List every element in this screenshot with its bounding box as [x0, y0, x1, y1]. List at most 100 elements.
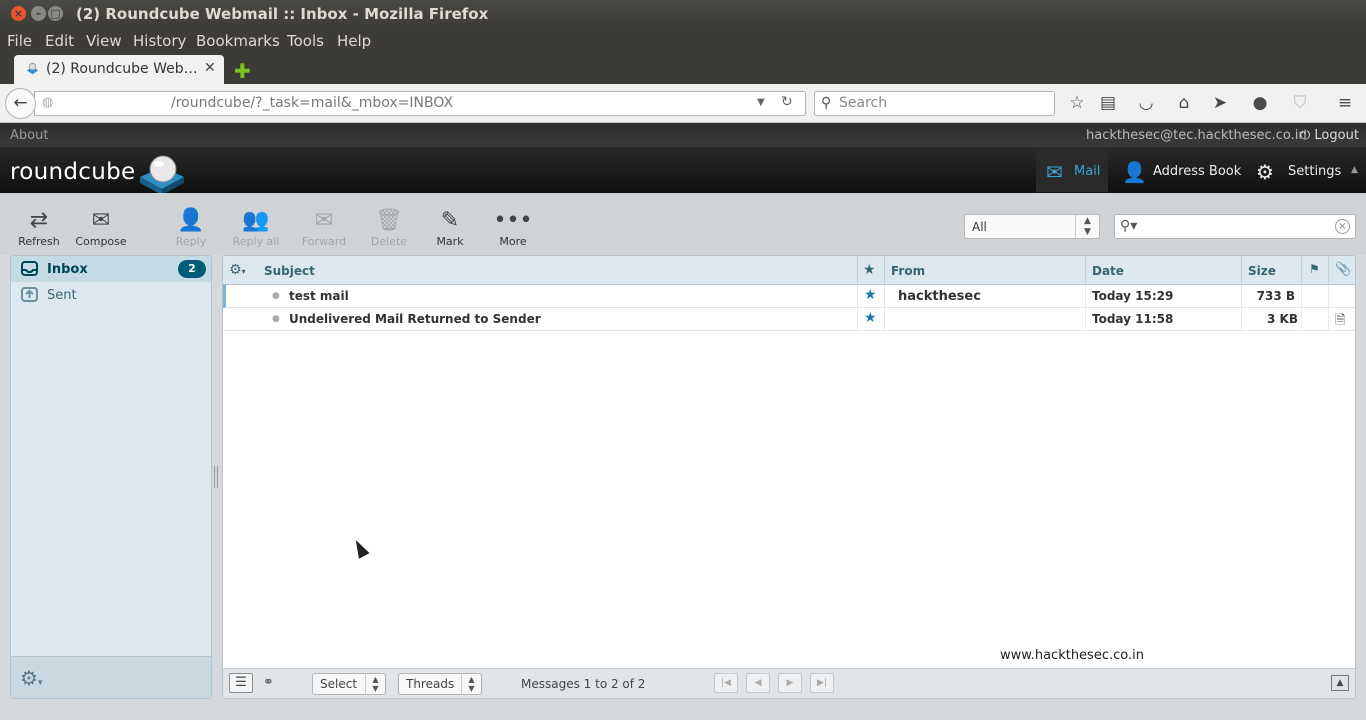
message-subject: Undelivered Mail Returned to Sender — [289, 312, 541, 326]
toggle-preview-icon[interactable]: ▲ — [1331, 675, 1349, 691]
list-view-icon[interactable]: ☰ — [229, 673, 253, 693]
search-placeholder: Search — [839, 95, 888, 111]
reload-icon[interactable]: ↻ — [781, 94, 793, 110]
roundcube-logo[interactable]: roundcube — [10, 159, 135, 185]
collapse-header-icon[interactable]: ▲ — [1351, 165, 1358, 175]
window-close-button[interactable]: × — [11, 6, 26, 21]
new-tab-icon[interactable]: ✚ — [234, 59, 251, 83]
hamburger-menu-icon[interactable]: ≡ — [1335, 94, 1355, 112]
tab-strip: (2) Roundcube Web… ✕ ✚ — [0, 55, 1366, 84]
message-from: hackthesec — [898, 289, 981, 304]
folder-inbox[interactable]: Inbox 2 — [11, 256, 211, 282]
forward-button[interactable]: ✉ Forward — [292, 207, 356, 251]
more-button[interactable]: ••• More — [481, 207, 545, 251]
folder-list: Inbox 2 Sent ⚙▾ — [10, 255, 212, 699]
refresh-label: Refresh — [18, 235, 60, 248]
home-icon[interactable]: ⌂ — [1174, 94, 1194, 112]
logout-label: Logout — [1314, 128, 1359, 143]
column-subject[interactable]: Subject — [264, 264, 315, 278]
chat-icon[interactable]: ● — [1250, 94, 1270, 112]
reading-list-icon[interactable]: ▤ — [1098, 94, 1118, 112]
mark-button[interactable]: ✎ Mark — [418, 207, 482, 251]
refresh-button[interactable]: ⇄ Refresh — [7, 207, 71, 251]
window-minimize-button[interactable]: – — [31, 6, 46, 21]
column-divider — [1328, 285, 1329, 308]
compose-button[interactable]: ✉ Compose — [69, 207, 133, 251]
compose-label: Compose — [75, 235, 127, 248]
folder-inbox-label: Inbox — [47, 262, 88, 277]
message-size: 733 B — [1256, 289, 1295, 303]
flag-column-icon[interactable]: ⚑ — [1309, 262, 1320, 276]
back-button[interactable]: ← — [5, 88, 36, 119]
reply-all-button[interactable]: 👥 Reply all — [224, 207, 288, 251]
roundcube-favicon-icon — [26, 62, 39, 75]
flagged-column-star-icon[interactable]: ★ — [863, 262, 876, 278]
previous-page-icon[interactable]: ◀ — [746, 673, 770, 693]
threads-view-icon[interactable]: ⚭ — [263, 675, 274, 690]
column-divider — [857, 256, 858, 285]
about-link[interactable]: About — [10, 128, 48, 143]
user-email: hackthesec@tec.hackthesec.co.in — [1086, 128, 1307, 143]
mail-filter-value: All — [972, 220, 987, 234]
menu-view[interactable]: View — [86, 32, 122, 50]
first-page-icon[interactable]: |◀ — [714, 673, 738, 693]
delete-button[interactable]: 🗑 Delete — [357, 207, 421, 251]
logout-link[interactable]: ⏻ Logout — [1300, 128, 1359, 143]
pocket-icon[interactable]: ◡ — [1136, 94, 1156, 112]
nav-mail[interactable]: ✉ Mail — [1036, 147, 1108, 193]
threads-dropdown[interactable]: Threads ▲ ▼ — [398, 673, 482, 695]
search-input[interactable]: ⚲ Search — [814, 91, 1055, 116]
menu-bookmarks[interactable]: Bookmarks — [196, 32, 280, 50]
attachment-document-icon[interactable]: 🗎 — [1335, 311, 1345, 333]
menu-help[interactable]: Help — [337, 32, 371, 50]
attachment-column-icon[interactable]: 📎 — [1335, 262, 1351, 277]
nav-settings[interactable]: ⚙ Settings — [1248, 147, 1344, 193]
menu-tools[interactable]: Tools — [287, 32, 324, 50]
browser-tab[interactable]: (2) Roundcube Web… ✕ — [14, 55, 224, 84]
person-icon: 👤 — [1122, 160, 1147, 184]
window-maximize-button[interactable]: □ — [48, 6, 63, 21]
compose-icon: ✉ — [91, 208, 111, 233]
search-options-icon[interactable]: ⚲▾ — [1120, 218, 1137, 234]
message-list-header: ⚙▾ Subject ★ From Date Size ⚑ 📎 — [223, 256, 1355, 285]
flag-star-icon[interactable]: ★ — [864, 287, 877, 303]
reply-button[interactable]: 👤 Reply — [159, 207, 223, 251]
bookmark-star-icon[interactable]: ☆ — [1067, 94, 1087, 112]
list-options-gear-icon[interactable]: ⚙▾ — [229, 262, 246, 278]
menu-file[interactable]: File — [7, 32, 32, 50]
window-title: (2) Roundcube Webmail :: Inbox - Mozilla… — [76, 5, 489, 23]
url-dropdown-icon[interactable]: ▼ — [757, 97, 765, 108]
mail-filter-select[interactable]: All ▲ ▼ — [964, 214, 1100, 239]
column-size[interactable]: Size — [1248, 264, 1276, 278]
quick-search-input[interactable]: ⚲▾ × — [1114, 214, 1356, 239]
menu-edit[interactable]: Edit — [45, 32, 74, 50]
last-page-icon[interactable]: ▶| — [810, 673, 834, 693]
status-dot-icon: ● — [272, 314, 280, 324]
clear-search-icon[interactable]: × — [1335, 219, 1350, 234]
column-divider — [1085, 285, 1086, 308]
pane-splitter[interactable] — [214, 466, 218, 488]
folder-settings-gear-icon[interactable]: ⚙▾ — [20, 666, 42, 690]
folder-sent[interactable]: Sent — [11, 282, 211, 308]
unread-count-badge: 2 — [178, 260, 206, 278]
column-divider — [1301, 308, 1302, 331]
folder-sent-label: Sent — [47, 288, 77, 303]
tab-title: (2) Roundcube Web… — [46, 61, 198, 77]
column-from[interactable]: From — [891, 264, 925, 278]
message-list: ⚙▾ Subject ★ From Date Size ⚑ 📎 ● test m… — [222, 255, 1356, 699]
next-page-icon[interactable]: ▶ — [778, 673, 802, 693]
shield-icon[interactable]: ⛉ — [1290, 94, 1310, 112]
menu-history[interactable]: History — [133, 32, 186, 50]
nav-address-book[interactable]: 👤 Address Book — [1112, 147, 1244, 193]
column-date[interactable]: Date — [1092, 264, 1124, 278]
message-date: Today 15:29 — [1092, 289, 1174, 303]
table-row[interactable]: ● Undelivered Mail Returned to Sender ★ … — [223, 308, 1355, 331]
tab-close-icon[interactable]: ✕ — [204, 60, 216, 76]
nav-mail-label: Mail — [1074, 164, 1101, 179]
url-bar[interactable]: ◍ /roundcube/?_task=mail&_mbox=INBOX ▼ ↻ — [34, 91, 806, 116]
flag-star-icon[interactable]: ★ — [864, 310, 877, 326]
select-dropdown[interactable]: Select ▲ ▼ — [312, 673, 386, 695]
table-row[interactable]: ● test mail ★ hackthesec Today 15:29 733… — [223, 285, 1355, 308]
send-icon[interactable]: ➤ — [1210, 94, 1230, 112]
column-divider — [884, 308, 885, 331]
